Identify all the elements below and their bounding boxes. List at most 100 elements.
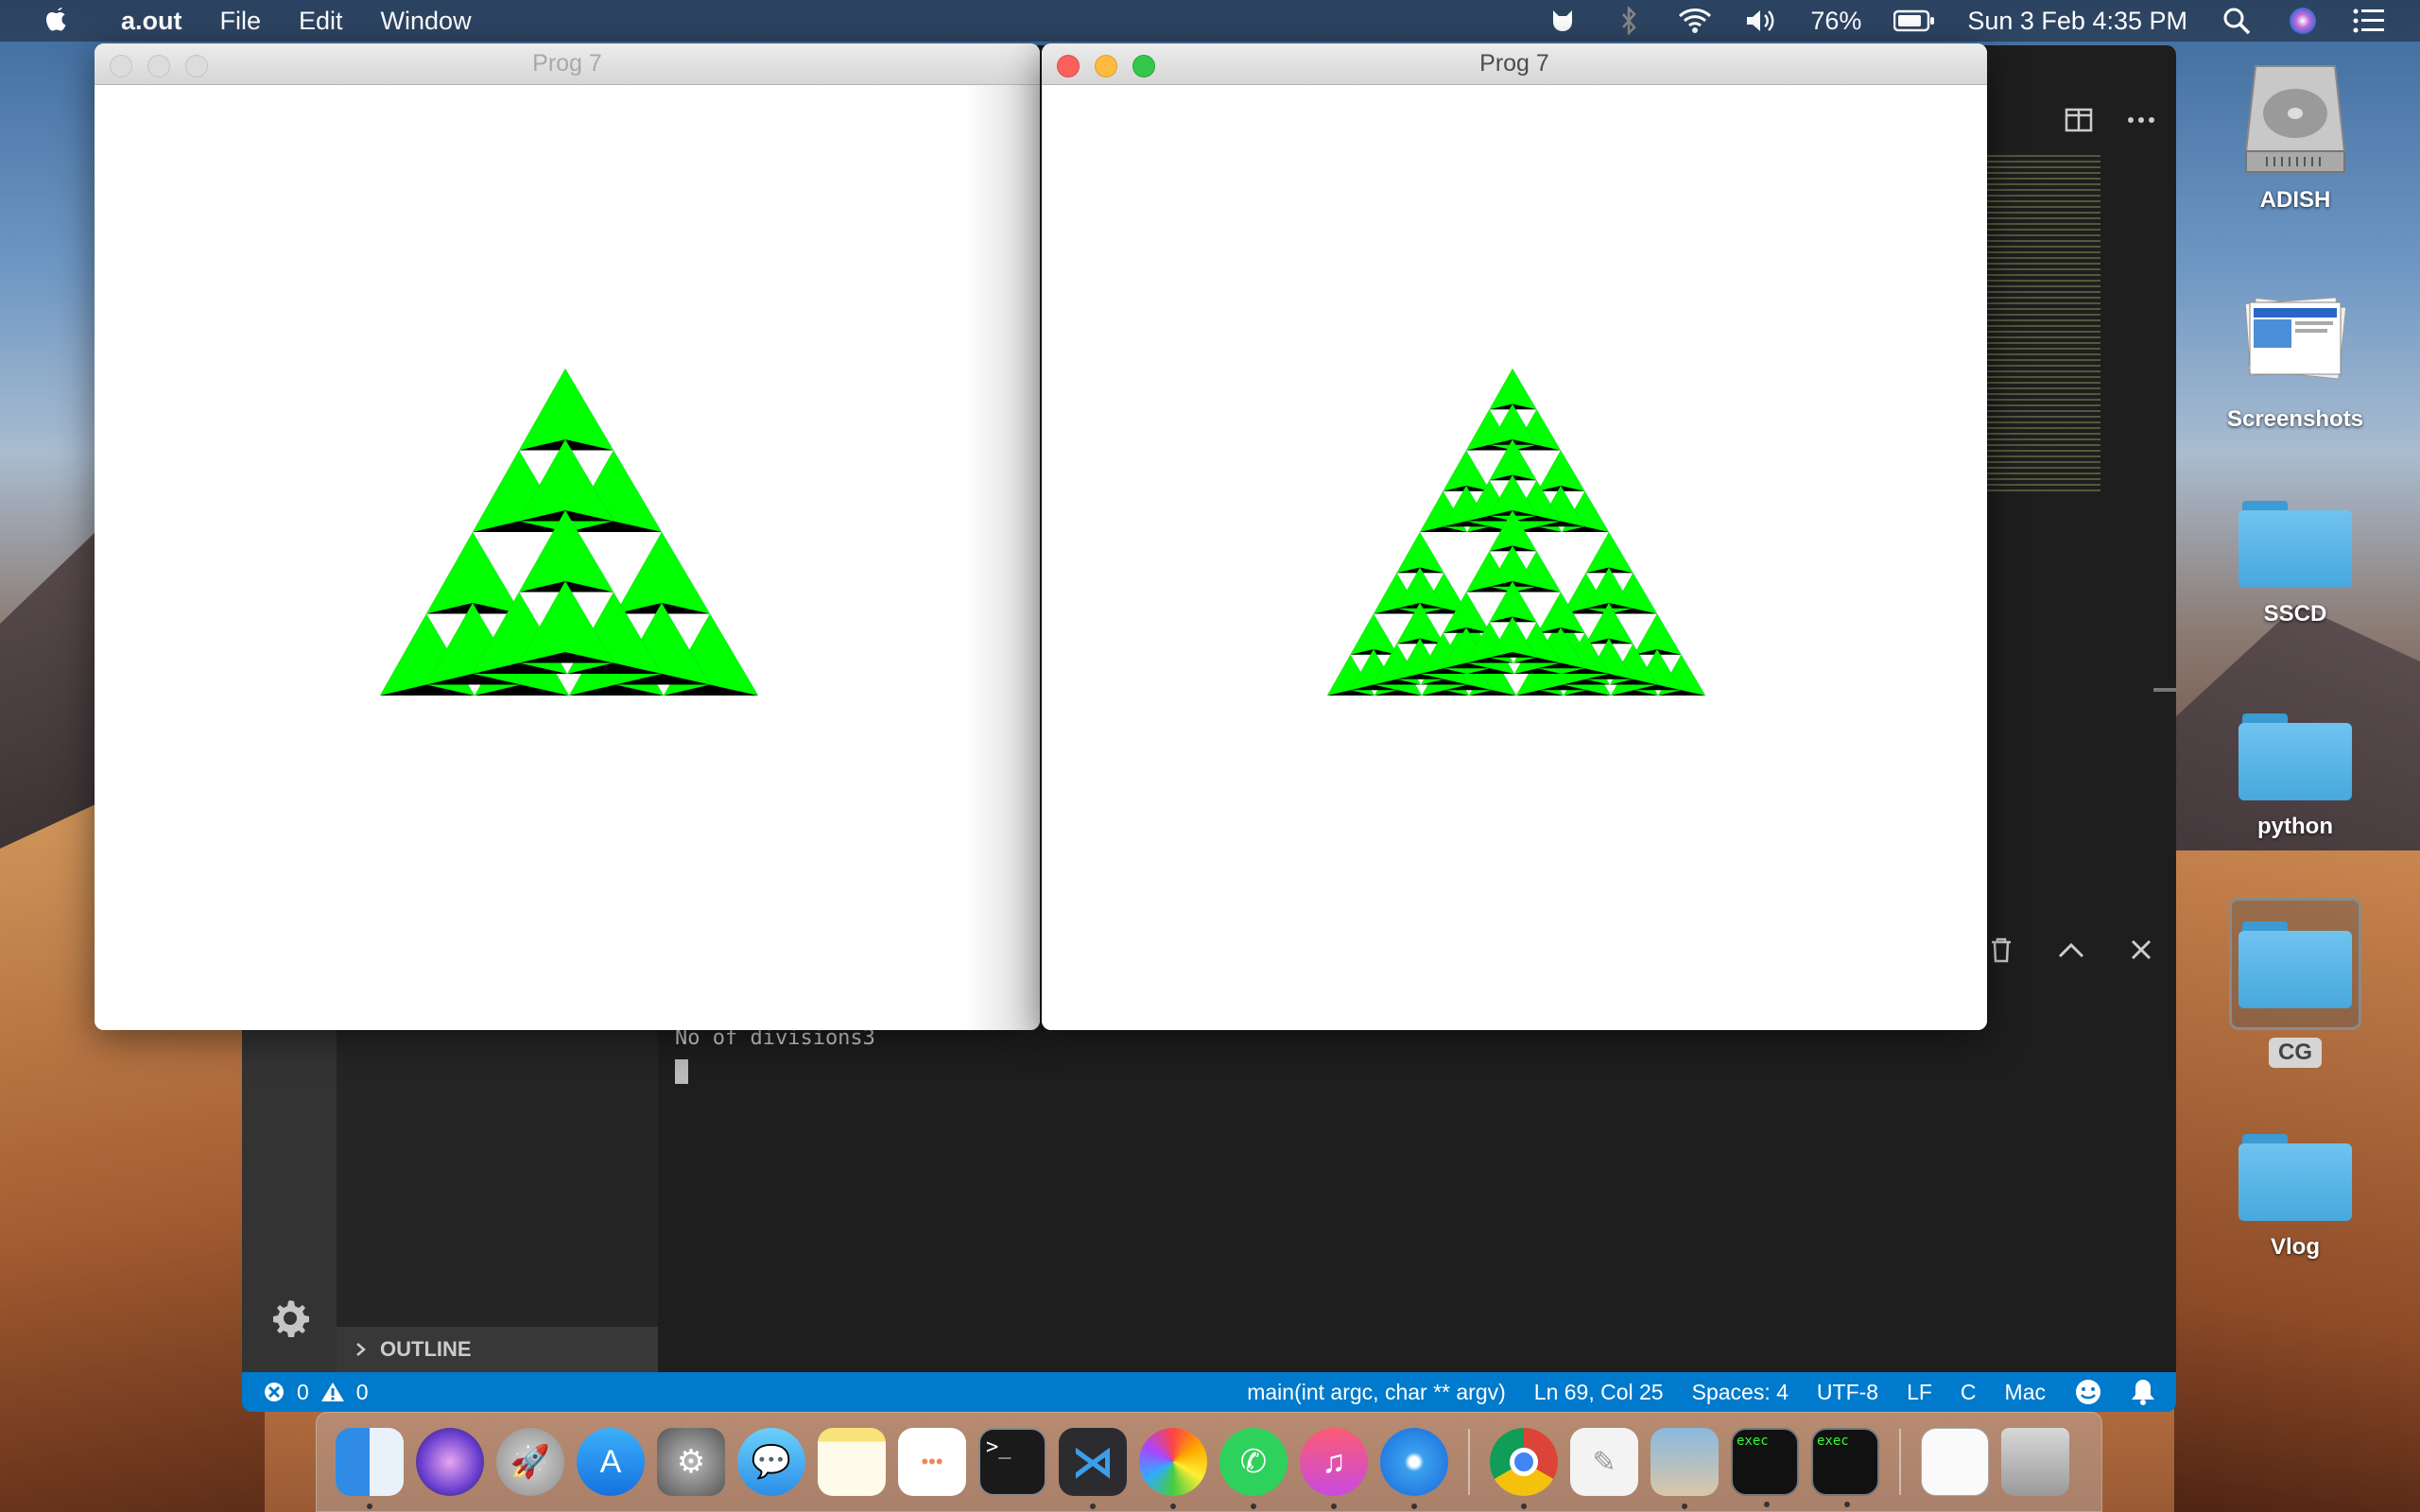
editor-actions <box>2063 104 2157 136</box>
clock[interactable]: Sun 3 Feb 4:35 PM <box>1967 7 2187 36</box>
battery-percent[interactable]: 76% <box>1810 7 1861 36</box>
terminal-icon[interactable]: >_ <box>978 1428 1046 1496</box>
launchpad-icon[interactable]: 🚀 <box>496 1428 564 1496</box>
minimap-code-lines <box>1987 155 2100 495</box>
folder-icon <box>2238 1134 2352 1221</box>
status-position[interactable]: Ln 69, Col 25 <box>1534 1380 1664 1405</box>
app-name-menu[interactable]: a.out <box>121 7 182 36</box>
warning-icon[interactable] <box>320 1381 345 1403</box>
window-title: Prog 7 <box>1479 50 1549 77</box>
terminal-panel[interactable]: No of divisions3 <box>658 990 2176 1372</box>
sierpinski-gasket-right <box>1327 369 1705 696</box>
menu-file[interactable]: File <box>220 7 262 36</box>
desktop-icon-cg[interactable]: CG <box>2201 898 2390 1068</box>
exec-terminal-icon[interactable]: exec <box>1731 1428 1799 1507</box>
bluetooth-icon[interactable] <box>1612 7 1646 35</box>
notes-icon[interactable] <box>818 1428 886 1496</box>
photos-icon[interactable] <box>1139 1428 1207 1509</box>
feedback-smiley-icon[interactable] <box>2074 1378 2102 1406</box>
system-preferences-icon[interactable]: ⚙ <box>657 1428 725 1496</box>
whatsapp-icon[interactable]: ✆ <box>1219 1428 1288 1509</box>
desktop-icon-screenshots[interactable]: Screenshots <box>2201 282 2390 433</box>
notifications-bell-icon[interactable] <box>2131 1378 2155 1406</box>
chevron-right-icon <box>356 1343 366 1356</box>
volume-icon[interactable] <box>1744 7 1778 35</box>
close-panel-icon[interactable] <box>2125 934 2157 966</box>
minimap[interactable] <box>1987 136 2176 750</box>
app-store-icon[interactable]: A <box>577 1428 645 1496</box>
exec-label: exec <box>1817 1434 1849 1449</box>
menu-window[interactable]: Window <box>381 7 472 36</box>
dock-separator <box>1899 1429 1901 1495</box>
prog7-window-right[interactable]: Prog 7 <box>1042 43 1987 1030</box>
trash-icon[interactable] <box>2001 1428 2069 1496</box>
error-count[interactable]: 0 <box>297 1380 309 1405</box>
status-function[interactable]: main(int argc, char ** argv) <box>1247 1380 1506 1405</box>
notification-center-icon[interactable] <box>2352 7 2386 35</box>
outline-section[interactable]: OUTLINE <box>337 1327 658 1372</box>
desktop-icon-label: Vlog <box>2271 1234 2320 1260</box>
chrome-icon[interactable] <box>1490 1428 1558 1509</box>
selection-highlight <box>2229 898 2361 1030</box>
gl-canvas[interactable] <box>1042 85 1987 1030</box>
desktop-icon-label: CG <box>2269 1038 2322 1068</box>
status-eol[interactable]: LF <box>1907 1380 1932 1405</box>
status-indentation[interactable]: Spaces: 4 <box>1692 1380 1789 1405</box>
reminders-icon[interactable]: ••• <box>898 1428 966 1496</box>
desktop-icon-sscd[interactable]: SSCD <box>2201 501 2390 627</box>
textedit-icon[interactable]: ✎ <box>1570 1428 1638 1496</box>
status-encoding[interactable]: UTF-8 <box>1817 1380 1878 1405</box>
sierpinski-gasket-left <box>380 369 758 696</box>
prog7-window-left[interactable]: Prog 7 <box>95 43 1040 1030</box>
document-icon[interactable] <box>1921 1428 1989 1496</box>
window-titlebar[interactable]: Prog 7 <box>1042 43 1987 85</box>
desktop-icon-label: ADISH <box>2259 187 2331 213</box>
dock: 🚀 A ⚙ 💬 ••• >_ ⋊ ✆ ♫ ✎ exec exec <box>316 1412 2102 1512</box>
gasket-face <box>1350 613 1398 655</box>
status-language[interactable]: C <box>1961 1380 1977 1405</box>
safari-icon[interactable] <box>1380 1428 1448 1509</box>
trash-terminal-icon[interactable] <box>1985 934 2017 966</box>
apple-menu-icon[interactable] <box>38 7 76 35</box>
dock-separator <box>1468 1429 1470 1495</box>
desktop-icon-label: python <box>2257 814 2333 839</box>
desktop-icon-python[interactable]: python <box>2201 713 2390 840</box>
finder-icon[interactable] <box>336 1428 404 1509</box>
battery-icon[interactable] <box>1893 7 1935 35</box>
chevron-up-icon[interactable] <box>2055 934 2087 966</box>
siri-menu-icon[interactable] <box>2286 7 2320 35</box>
gasket-face <box>426 532 521 614</box>
error-icon[interactable] <box>263 1381 285 1403</box>
folder-icon <box>2238 713 2352 800</box>
itunes-icon[interactable]: ♫ <box>1300 1428 1368 1509</box>
spotlight-search-icon[interactable] <box>2220 7 2254 35</box>
status-platform[interactable]: Mac <box>2005 1380 2046 1405</box>
menu-edit[interactable]: Edit <box>299 7 343 36</box>
gl-canvas[interactable] <box>95 85 1040 1030</box>
exec-terminal-icon-2[interactable]: exec <box>1811 1428 1879 1507</box>
manage-gear-icon[interactable] <box>267 1295 314 1342</box>
window-titlebar[interactable]: Prog 7 <box>95 43 1040 85</box>
desktop-icon-vlog[interactable]: Vlog <box>2201 1134 2390 1261</box>
editor-scrollbar[interactable] <box>2153 688 2176 692</box>
split-editor-icon[interactable] <box>2063 104 2095 136</box>
exec-label: exec <box>1737 1434 1769 1449</box>
gasket-face <box>1634 613 1682 655</box>
desktop-icon-adish[interactable]: ADISH <box>2201 57 2390 214</box>
wifi-icon[interactable] <box>1678 7 1712 35</box>
preview-icon[interactable] <box>1651 1428 1719 1509</box>
hard-drive-icon <box>2244 65 2346 173</box>
desktop-icon-label: Screenshots <box>2226 406 2364 432</box>
warning-count[interactable]: 0 <box>356 1380 369 1405</box>
messages-icon[interactable]: 💬 <box>737 1428 805 1496</box>
terminal-cursor <box>675 1059 688 1084</box>
window-edge-shade <box>964 85 1040 1030</box>
cat-status-icon[interactable] <box>1546 7 1580 35</box>
gasket-face <box>1396 532 1444 574</box>
vscode-icon[interactable]: ⋊ <box>1059 1428 1127 1509</box>
outline-label: OUTLINE <box>380 1337 472 1361</box>
gasket-face <box>1585 532 1634 574</box>
folder-icon <box>2238 501 2352 588</box>
siri-icon[interactable] <box>416 1428 484 1496</box>
more-actions-icon[interactable] <box>2125 104 2157 136</box>
